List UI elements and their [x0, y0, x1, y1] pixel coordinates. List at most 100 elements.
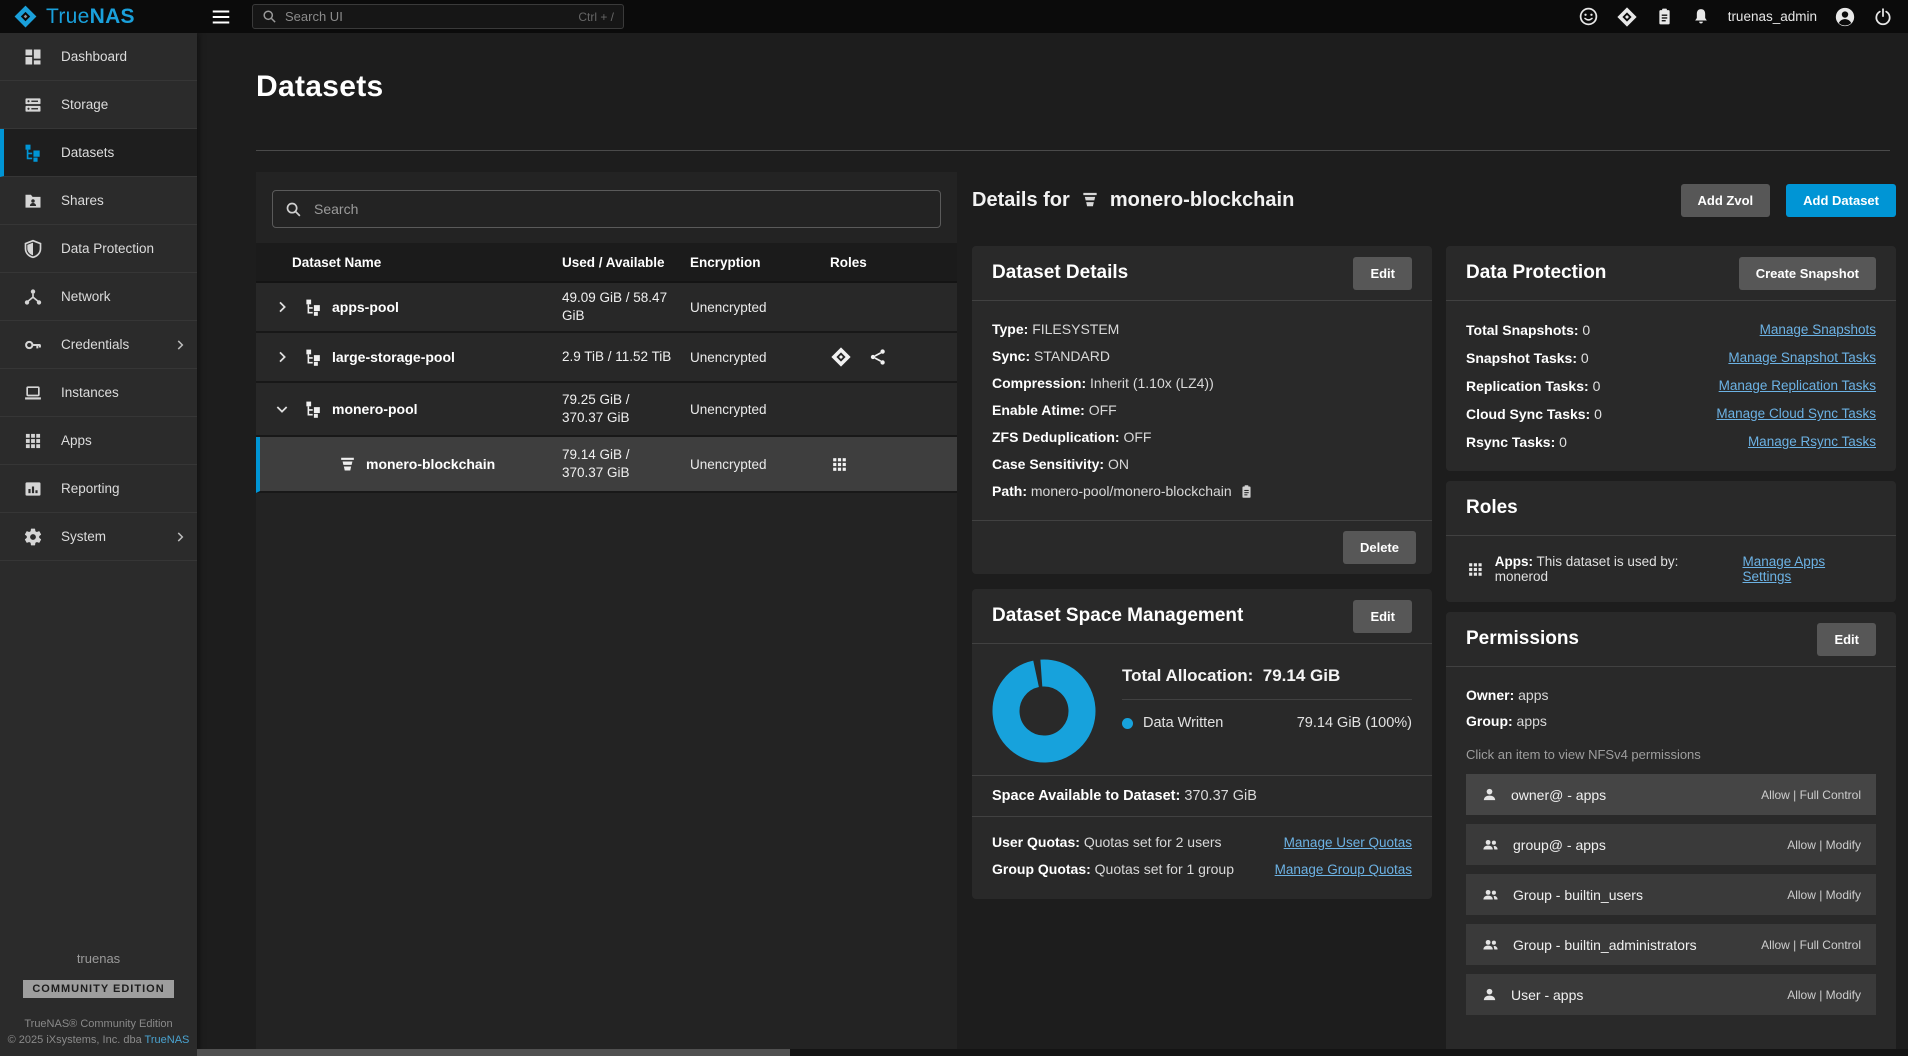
account-button[interactable]: [1834, 6, 1856, 28]
collapse-button[interactable]: [274, 401, 290, 417]
group-line: Group: apps: [1466, 708, 1876, 734]
sidebar-item-instances[interactable]: Instances: [0, 369, 197, 417]
legend-data-written: Data Written 79.14 GiB (100%): [1122, 700, 1412, 731]
key-icon: [23, 335, 43, 355]
manage-replication-tasks-link[interactable]: Manage Replication Tasks: [1719, 372, 1876, 400]
person-icon: [1481, 786, 1498, 803]
sidebar-item-label: Dashboard: [61, 49, 127, 64]
app-logo[interactable]: TrueNAS: [0, 4, 197, 29]
create-snapshot-button[interactable]: Create Snapshot: [1739, 257, 1876, 290]
pool-tree-icon: [304, 400, 323, 419]
topbar-actions: truenas_admin: [1578, 6, 1908, 28]
edit-permissions-button[interactable]: Edit: [1817, 623, 1876, 656]
acl-permission: Allow | Modify: [1787, 888, 1861, 902]
dataset-bucket-icon: [1080, 190, 1100, 210]
add-zvol-button[interactable]: Add Zvol: [1681, 184, 1771, 217]
sidebar-item-apps[interactable]: Apps: [0, 417, 197, 465]
field-compression: Compression: Inherit (1.10x (LZ4)): [992, 370, 1412, 397]
used-available: 79.14 GiB /370.37 GiB: [562, 446, 690, 482]
truenas-system-role-icon: [830, 346, 852, 368]
alerts-button[interactable]: [1691, 7, 1711, 27]
sidebar-item-data-protection[interactable]: Data Protection: [0, 225, 197, 273]
acl-permission: Allow | Modify: [1787, 988, 1861, 1002]
field-case-sensitivity: Case Sensitivity: ON: [992, 451, 1412, 478]
people-icon: [1481, 836, 1500, 853]
manage-snapshot-tasks-link[interactable]: Manage Snapshot Tasks: [1728, 344, 1876, 372]
column-dataset-name: Dataset Name: [292, 255, 562, 270]
dataset-row-large-storage-pool[interactable]: large-storage-pool 2.9 TiB / 11.52 TiB U…: [256, 333, 957, 383]
dataset-bucket-icon: [338, 455, 357, 474]
topbar: TrueNAS Ctrl + / truenas_admin: [0, 0, 1908, 33]
acl-item-builtin-users[interactable]: Group - builtin_users Allow | Modify: [1466, 874, 1876, 915]
dataset-row-apps-pool[interactable]: apps-pool 49.09 GiB / 58.47 GiB Unencryp…: [256, 283, 957, 333]
expand-button[interactable]: [274, 299, 290, 315]
dataset-search[interactable]: [272, 190, 941, 228]
manage-rsync-tasks-link[interactable]: Manage Rsync Tasks: [1748, 428, 1876, 456]
sidebar-item-network[interactable]: Network: [0, 273, 197, 321]
network-icon: [23, 287, 43, 307]
manage-group-quotas-link[interactable]: Manage Group Quotas: [1275, 856, 1412, 883]
dataset-tree-panel: Dataset Name Used / Available Encryption…: [256, 172, 957, 1049]
apps-grid-icon: [23, 431, 43, 451]
feedback-button[interactable]: [1578, 6, 1599, 27]
sidebar-item-label: Storage: [61, 97, 108, 112]
user-avatar-icon: [1834, 6, 1856, 28]
acl-item-group[interactable]: group@ - apps Allow | Modify: [1466, 824, 1876, 865]
sidebar-item-credentials[interactable]: Credentials: [0, 321, 197, 369]
shares-folder-icon: [23, 191, 43, 211]
total-snapshots-row: Total Snapshots: 0Manage Snapshots: [1466, 316, 1876, 344]
sidebar-item-reporting[interactable]: Reporting: [0, 465, 197, 513]
global-search-input[interactable]: [285, 9, 570, 24]
dataset-search-input[interactable]: [314, 201, 928, 217]
copyright: © 2025 iXsystems, Inc. dba TrueNAS: [0, 1034, 197, 1046]
acl-item-builtin-administrators[interactable]: Group - builtin_administrators Allow | F…: [1466, 924, 1876, 965]
manage-user-quotas-link[interactable]: Manage User Quotas: [1284, 829, 1412, 856]
power-button[interactable]: [1873, 7, 1893, 27]
manage-snapshots-link[interactable]: Manage Snapshots: [1760, 316, 1876, 344]
copy-path-icon[interactable]: [1239, 484, 1254, 499]
truenas-status-button[interactable]: [1616, 6, 1638, 28]
acl-item-user-apps[interactable]: User - apps Allow | Modify: [1466, 974, 1876, 1015]
legend-dot: [1122, 718, 1133, 729]
dataset-row-monero-blockchain[interactable]: monero-blockchain 79.14 GiB /370.37 GiB …: [256, 437, 957, 493]
global-search[interactable]: Ctrl + /: [252, 4, 624, 29]
sidebar-item-storage[interactable]: Storage: [0, 81, 197, 129]
manage-apps-settings-link[interactable]: Manage Apps Settings: [1743, 554, 1876, 584]
user-quotas: User Quotas: Quotas set for 2 usersManag…: [992, 829, 1412, 856]
roles-card: Roles Apps: This dataset is used by: mon…: [1446, 481, 1896, 602]
dataset-row-monero-pool[interactable]: monero-pool 79.25 GiB /370.37 GiB Unencr…: [256, 383, 957, 437]
sidebar-item-datasets[interactable]: Datasets: [0, 129, 197, 177]
add-dataset-button[interactable]: Add Dataset: [1786, 184, 1896, 217]
expand-button[interactable]: [274, 349, 290, 365]
pool-tree-icon: [304, 298, 323, 317]
column-roles: Roles: [830, 255, 957, 270]
manage-cloud-sync-tasks-link[interactable]: Manage Cloud Sync Tasks: [1716, 400, 1876, 428]
dataset-name: monero-pool: [332, 401, 418, 417]
delete-dataset-button[interactable]: Delete: [1343, 531, 1416, 564]
truenas-link[interactable]: TrueNAS: [145, 1034, 190, 1046]
sidebar-item-system[interactable]: System: [0, 513, 197, 561]
dashboard-icon: [23, 47, 43, 67]
acl-permission: Allow | Full Control: [1761, 938, 1861, 952]
pool-tree-icon: [304, 348, 323, 367]
sidebar-item-label: Instances: [61, 385, 119, 400]
edit-space-button[interactable]: Edit: [1353, 600, 1412, 633]
edit-dataset-details-button[interactable]: Edit: [1353, 257, 1412, 290]
sidebar-item-label: Shares: [61, 193, 104, 208]
jobs-button[interactable]: [1655, 6, 1674, 27]
acl-who: group@ - apps: [1513, 837, 1606, 853]
sidebar-item-dashboard[interactable]: Dashboard: [0, 33, 197, 81]
acl-item-owner[interactable]: owner@ - apps Allow | Full Control: [1466, 774, 1876, 815]
sidebar-item-label: Reporting: [61, 481, 120, 496]
sidebar-item-shares[interactable]: Shares: [0, 177, 197, 225]
acl-permission: Allow | Modify: [1787, 838, 1861, 852]
sidebar-toggle-button[interactable]: [210, 6, 232, 28]
tree-table-header: Dataset Name Used / Available Encryption…: [256, 243, 957, 283]
acl-who: owner@ - apps: [1511, 787, 1606, 803]
people-icon: [1481, 936, 1500, 953]
roles-cell: [830, 346, 957, 368]
page-title: Datasets: [256, 70, 383, 104]
chevron-right-icon: [173, 338, 187, 352]
permissions-card: Permissions Edit Owner: apps Group: apps…: [1446, 612, 1896, 1056]
horizontal-scrollbar-thumb[interactable]: [197, 1049, 790, 1056]
